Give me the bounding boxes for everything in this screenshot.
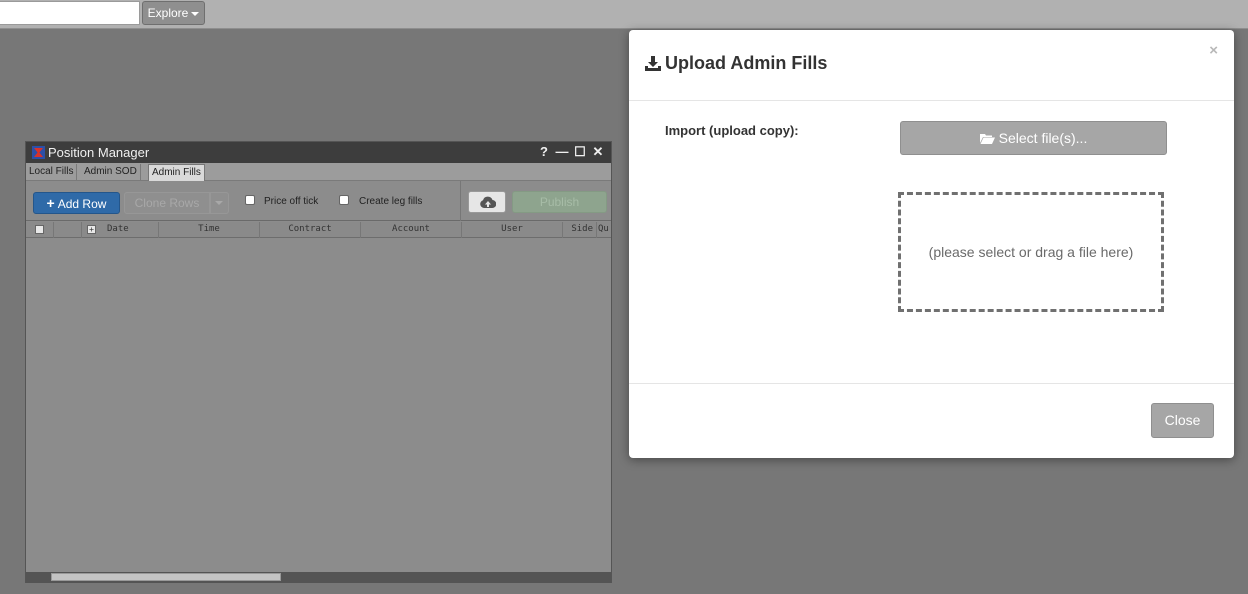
toolbar: + Add Row Clone Rows Price off tick Creat…: [26, 181, 611, 221]
tab-local-fills[interactable]: Local Fills: [26, 164, 78, 181]
grid-header-select: [26, 222, 54, 238]
dialog-title-text: Upload Admin Fills: [665, 53, 828, 73]
publish-button[interactable]: Publish: [512, 191, 607, 213]
chevron-down-icon: [191, 11, 200, 16]
price-off-tick-checkbox[interactable]: [245, 195, 255, 205]
create-leg-fills-checkbox[interactable]: [339, 195, 349, 205]
close-icon[interactable]: ×: [1209, 42, 1218, 59]
add-row-label: Add Row: [57, 197, 107, 211]
scrollbar-thumb[interactable]: [51, 573, 281, 581]
maximize-icon[interactable]: ☐: [571, 144, 589, 160]
explore-label: Explore: [147, 6, 189, 20]
select-files-label: Select file(s)...: [998, 130, 1088, 146]
file-dropzone[interactable]: (please select or drag a file here): [898, 192, 1164, 312]
close-button[interactable]: Close: [1151, 403, 1214, 438]
grid-header-blank: [54, 222, 82, 238]
chevron-down-icon: [215, 201, 223, 205]
grid-body: [26, 239, 611, 572]
tab-bar: Local Fills Admin SOD Admin Fills: [26, 163, 611, 181]
column-header-time[interactable]: Time: [159, 222, 260, 238]
help-icon[interactable]: ?: [535, 144, 553, 159]
tab-admin-sod[interactable]: Admin SOD: [81, 164, 141, 181]
minimize-icon[interactable]: —: [553, 144, 571, 159]
download-icon: [645, 56, 661, 71]
top-bar: Explore: [0, 0, 1248, 29]
upload-admin-fills-dialog: Upload Admin Fills × Import (upload copy…: [629, 30, 1234, 458]
select-files-button[interactable]: Select file(s)...: [900, 121, 1167, 155]
tab-admin-fills[interactable]: Admin Fills: [148, 164, 205, 181]
close-icon[interactable]: ✕: [589, 144, 607, 160]
price-off-tick-label: Price off tick: [264, 196, 319, 207]
cloud-upload-button[interactable]: [468, 191, 506, 213]
folder-open-icon: [979, 134, 995, 144]
column-header-user[interactable]: User: [462, 222, 563, 238]
column-header-date[interactable]: Date: [82, 222, 159, 238]
create-leg-fills-label: Create leg fills: [359, 196, 423, 207]
app-logo-icon: [32, 146, 45, 159]
clone-rows-button[interactable]: Clone Rows: [124, 192, 210, 214]
column-header-contract[interactable]: Contract: [260, 222, 361, 238]
dialog-header: Upload Admin Fills ×: [629, 30, 1234, 101]
column-header-side[interactable]: Side: [563, 222, 597, 238]
search-input[interactable]: [0, 1, 140, 25]
column-header-account[interactable]: Account: [361, 222, 462, 238]
plus-icon: +: [46, 195, 55, 211]
window-title: Position Manager: [48, 145, 150, 160]
import-label: Import (upload copy):: [665, 123, 799, 138]
explore-button[interactable]: Explore: [142, 1, 205, 25]
dialog-title: Upload Admin Fills: [645, 53, 827, 74]
grid-header: + Date Time Contract Account User Side Q…: [26, 222, 611, 238]
window-titlebar[interactable]: Position Manager ? — ☐ ✕: [26, 142, 611, 163]
clone-rows-dropdown[interactable]: [210, 192, 229, 214]
position-manager-window: Position Manager ? — ☐ ✕ Local Fills Admin …: [25, 141, 612, 583]
column-header-qty[interactable]: Qu: [597, 222, 611, 238]
dialog-footer-divider: [629, 383, 1234, 384]
toolbar-divider: [460, 181, 461, 221]
cloud-upload-icon: [480, 196, 496, 209]
window-controls: ? — ☐ ✕: [535, 144, 607, 160]
dropzone-text: (please select or drag a file here): [928, 244, 1134, 260]
horizontal-scrollbar[interactable]: [26, 572, 611, 583]
add-row-button[interactable]: + Add Row: [33, 192, 120, 214]
